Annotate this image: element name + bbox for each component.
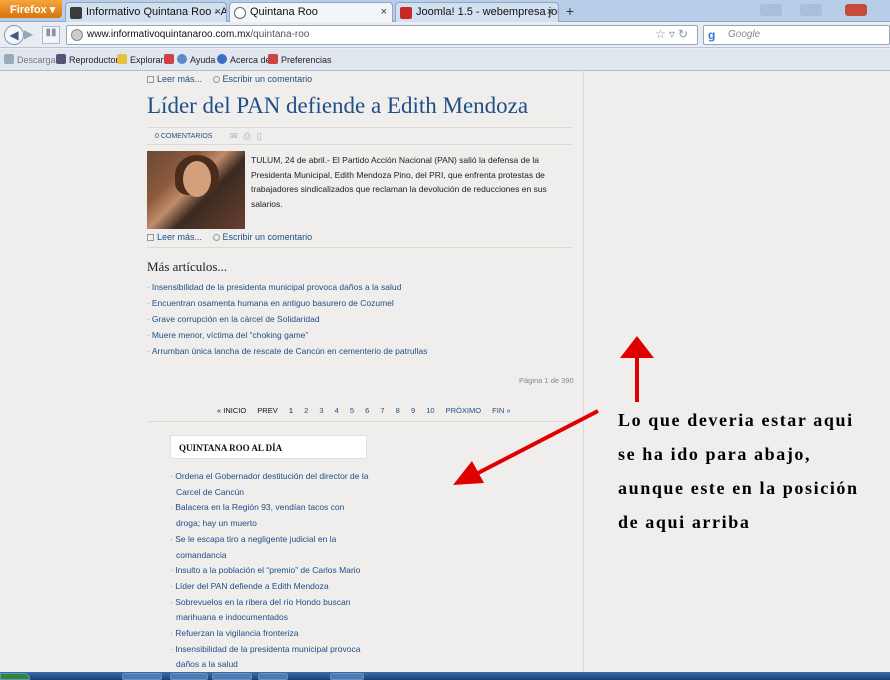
taskbar-item[interactable] (122, 673, 162, 680)
taskbar (0, 672, 890, 680)
arrow-left-shaft (477, 409, 599, 475)
annotation-line: se ha ido para abajo, (618, 444, 812, 464)
taskbar-item[interactable] (258, 673, 288, 680)
taskbar-item[interactable] (170, 673, 208, 680)
annotation-line: de aqui arriba (618, 512, 751, 532)
annotation-text: Lo que deveria estar aqui se ha ido para… (618, 403, 859, 539)
taskbar-item[interactable] (330, 673, 364, 680)
annotation-line: aunque este en la posición (618, 478, 859, 498)
start-button[interactable] (0, 673, 30, 680)
arrow-up-head (620, 336, 654, 358)
annotation-line: Lo que deveria estar aqui (618, 410, 854, 430)
annotation-arrows (453, 336, 654, 485)
taskbar-item[interactable] (212, 673, 252, 680)
